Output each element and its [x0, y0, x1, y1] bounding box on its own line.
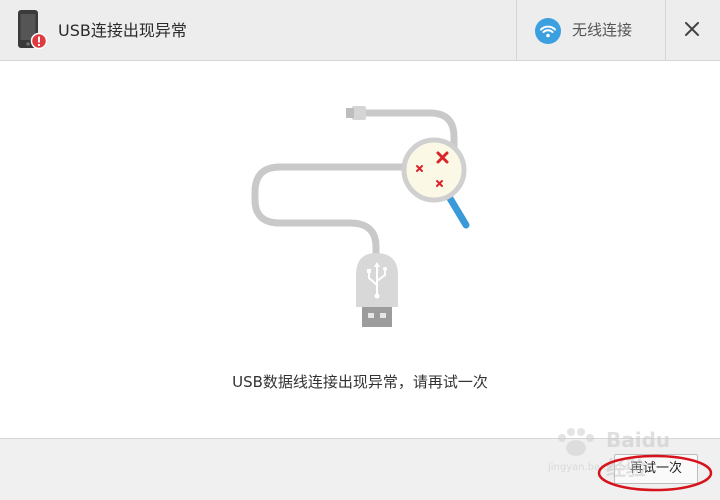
usb-cable-magnifier-icon	[251, 106, 470, 327]
phone-error-icon	[18, 10, 48, 50]
wifi-icon	[535, 18, 561, 44]
window-title: USB连接出现异常	[58, 21, 187, 40]
footer-bar: 再试一次	[0, 438, 720, 500]
wireless-connect-button[interactable]: 无线连接	[517, 0, 665, 60]
retry-button[interactable]: 再试一次	[614, 454, 698, 484]
close-button[interactable]	[666, 0, 720, 60]
title-bar: USB连接出现异常 无线连接	[0, 0, 720, 61]
close-icon	[685, 22, 699, 36]
wireless-connect-label: 无线连接	[572, 21, 633, 39]
error-message: USB数据线连接出现异常，请再试一次	[232, 373, 488, 391]
